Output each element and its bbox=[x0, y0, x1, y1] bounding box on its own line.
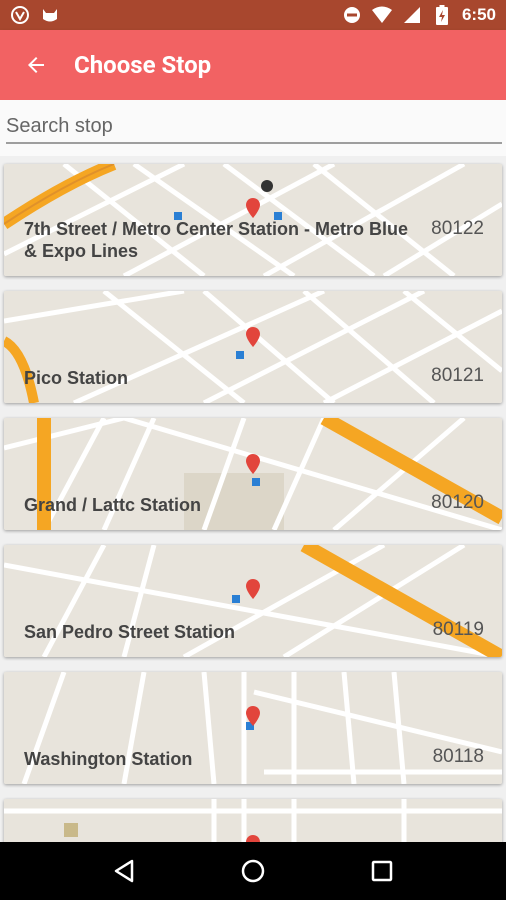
stop-list: 7th Street / Metro Center Station - Metr… bbox=[0, 156, 506, 842]
stop-id: 80119 bbox=[432, 619, 484, 640]
stop-id: 80120 bbox=[431, 492, 484, 513]
location-pin-icon bbox=[246, 198, 260, 218]
stop-card[interactable]: Washington Station 80118 bbox=[4, 672, 502, 784]
battery-charging-icon bbox=[432, 5, 452, 25]
back-button[interactable] bbox=[16, 45, 56, 85]
location-pin-icon bbox=[246, 835, 260, 842]
recents-square-icon bbox=[371, 860, 392, 882]
stop-id: 80118 bbox=[432, 746, 484, 767]
cat-app-icon bbox=[40, 5, 60, 25]
nav-recents-button[interactable] bbox=[362, 851, 402, 891]
shield-app-icon bbox=[10, 5, 30, 25]
search-input[interactable] bbox=[6, 110, 502, 144]
stop-card[interactable] bbox=[4, 799, 502, 842]
home-circle-icon bbox=[241, 859, 265, 883]
nav-home-button[interactable] bbox=[233, 851, 273, 891]
stop-name: Washington Station bbox=[24, 749, 193, 769]
arrow-back-icon bbox=[28, 57, 44, 73]
clock-time: 6:50 bbox=[461, 5, 496, 24]
system-nav-bar bbox=[0, 842, 506, 900]
stop-card[interactable]: 7th Street / Metro Center Station - Metr… bbox=[4, 164, 502, 276]
stop-card[interactable]: San Pedro Street Station 80119 bbox=[4, 545, 502, 657]
location-pin-icon bbox=[246, 706, 260, 726]
search-bar bbox=[0, 100, 506, 156]
location-pin-icon bbox=[246, 454, 260, 474]
app-bar: Choose Stop bbox=[0, 30, 506, 100]
status-bar: 6:50 bbox=[0, 0, 506, 30]
location-pin-icon bbox=[246, 327, 260, 347]
page-title: Choose Stop bbox=[74, 51, 212, 79]
stop-name: Pico Station bbox=[24, 368, 129, 388]
stop-name: San Pedro Street Station bbox=[24, 622, 236, 642]
stop-id: 80122 bbox=[431, 218, 484, 239]
nav-back-button[interactable] bbox=[104, 851, 144, 891]
wifi-icon bbox=[371, 5, 392, 25]
location-pin-icon bbox=[246, 579, 260, 599]
stop-name: Grand / Lattc Station bbox=[24, 495, 202, 515]
stop-card[interactable]: Grand / Lattc Station 80120 bbox=[4, 418, 502, 530]
signal-icon bbox=[402, 5, 422, 25]
stop-name: 7th Street / Metro Center Station - Metr… bbox=[24, 219, 409, 261]
do-not-disturb-icon bbox=[342, 5, 362, 25]
stop-card[interactable]: Pico Station 80121 bbox=[4, 291, 502, 403]
back-triangle-icon bbox=[115, 859, 134, 883]
stop-id: 80121 bbox=[431, 365, 484, 386]
